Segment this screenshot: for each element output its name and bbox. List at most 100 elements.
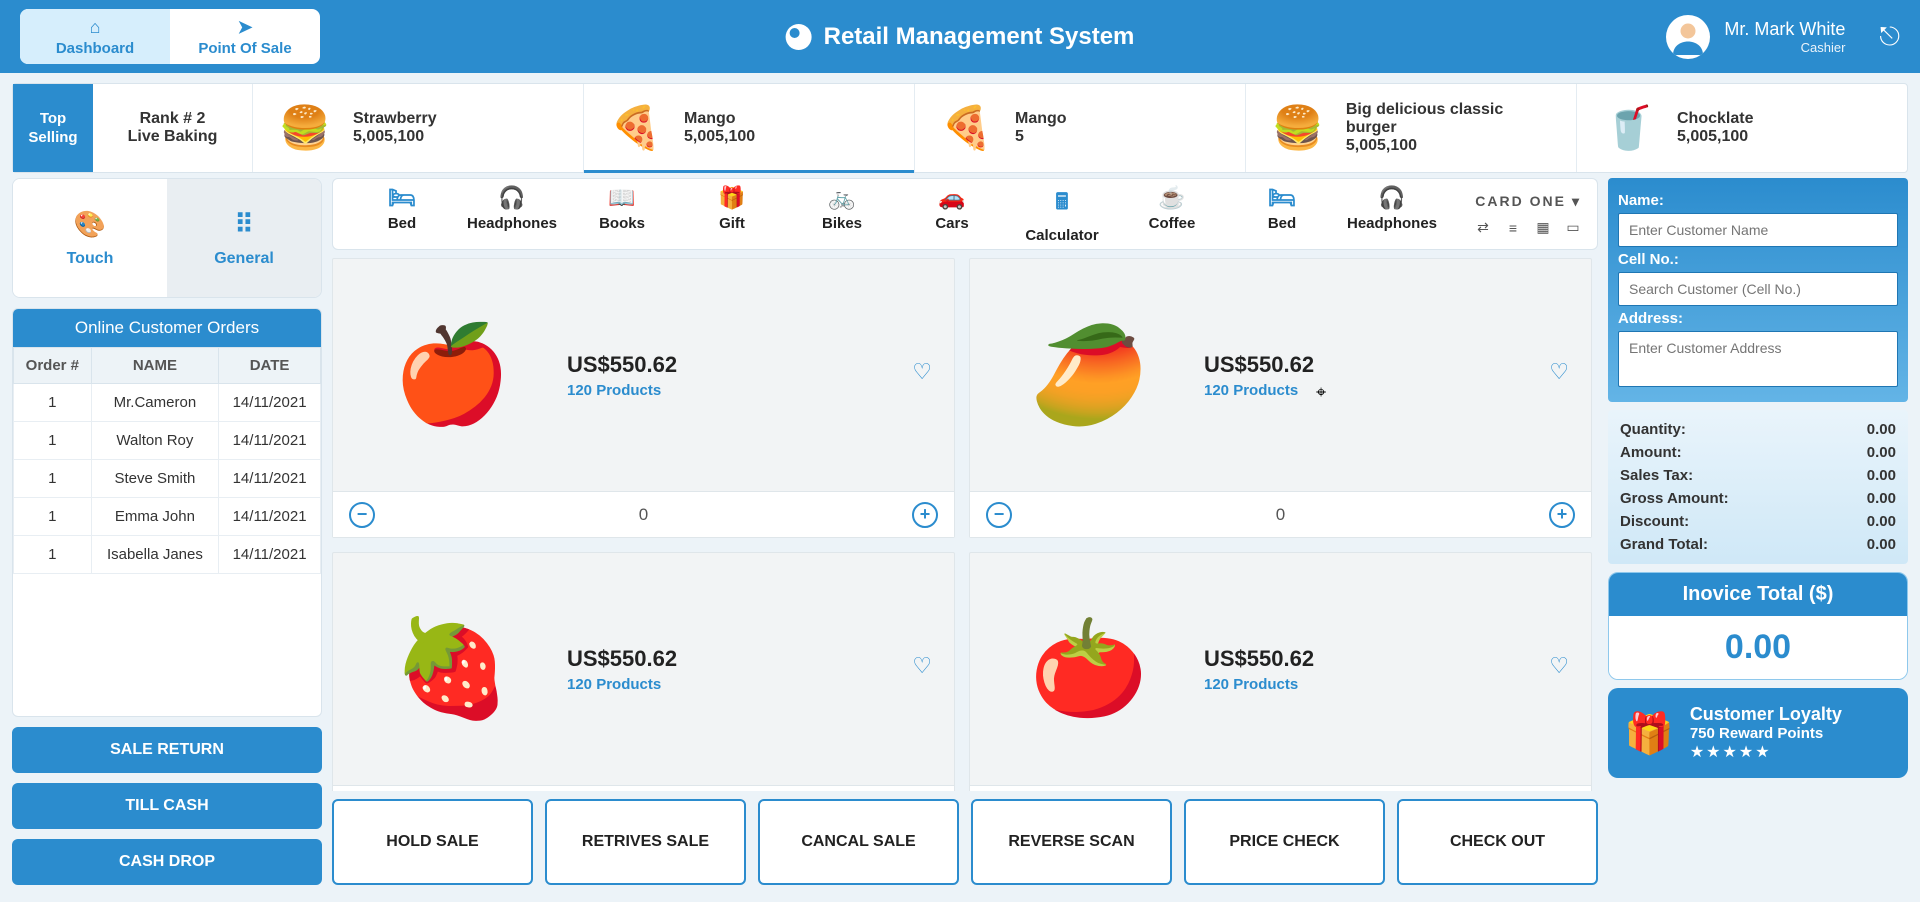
- qty-plus-button[interactable]: +: [1549, 502, 1575, 528]
- category-icon: 🎧: [1378, 185, 1405, 211]
- sale-return-button[interactable]: SALE RETURN: [12, 727, 322, 773]
- nav-tab-dashboard[interactable]: ⌂ Dashboard: [20, 9, 170, 64]
- ts-value: 5,005,100: [1346, 137, 1558, 155]
- card-select-label: CARD ONE: [1475, 193, 1566, 209]
- top-selling-bar: TopSelling Rank # 2 Live Baking 🍔 Strawb…: [12, 83, 1908, 173]
- retrieve-sale-button[interactable]: RETRIVES SALE: [545, 799, 746, 885]
- orders-title: Online Customer Orders: [13, 309, 321, 347]
- category-item[interactable]: 🖩 Calculator: [1007, 185, 1117, 244]
- card-dropdown[interactable]: CARD ONE ▾: [1475, 193, 1581, 210]
- category-item[interactable]: 🎧 Headphones: [1337, 185, 1447, 244]
- loyalty-points: 750 Reward Points: [1690, 725, 1842, 742]
- cancel-sale-button[interactable]: CANCAL SALE: [758, 799, 959, 885]
- category-label: Headphones: [1347, 215, 1437, 232]
- top-selling-rank: Rank # 2 Live Baking: [93, 84, 253, 172]
- product-card: 🍅 US$550.62 120 Products ♡ − 0 +: [969, 552, 1592, 791]
- col-order: Order #: [14, 348, 92, 384]
- customer-address-input[interactable]: [1618, 331, 1898, 387]
- category-label: Cars: [935, 215, 968, 232]
- nav-tab-pos[interactable]: ➤ Point Of Sale: [170, 9, 320, 64]
- table-row[interactable]: 1Isabella Janes14/11/2021: [14, 536, 321, 574]
- product-thumb-icon: 🍔: [271, 94, 339, 162]
- product-grid: 🍎 US$550.62 120 Products ♡ − 0 + 🥭 US$55…: [332, 258, 1598, 791]
- category-item[interactable]: 🛏 Bed: [1227, 185, 1337, 244]
- category-icon: 🎧: [498, 185, 525, 211]
- ts-name: Chocklate: [1677, 110, 1753, 128]
- checkout-button[interactable]: CHECK OUT: [1397, 799, 1598, 885]
- grid-view-icon[interactable]: ▦: [1533, 220, 1553, 236]
- reverse-scan-button[interactable]: REVERSE SCAN: [971, 799, 1172, 885]
- top-selling-item[interactable]: 🍔 Strawberry 5,005,100: [253, 84, 584, 172]
- category-icon: ☕: [1158, 185, 1185, 211]
- rect-view-icon[interactable]: ▭: [1563, 220, 1583, 236]
- category-item[interactable]: 🚗 Cars: [897, 185, 1007, 244]
- hold-sale-button[interactable]: HOLD SALE: [332, 799, 533, 885]
- customer-name-input[interactable]: [1618, 213, 1898, 247]
- table-row[interactable]: 1Emma John14/11/2021: [14, 498, 321, 536]
- top-selling-label: TopSelling: [13, 84, 93, 172]
- user-role: Cashier: [1724, 40, 1845, 55]
- category-item[interactable]: ☕ Coffee: [1117, 185, 1227, 244]
- table-row[interactable]: 1Walton Roy14/11/2021: [14, 422, 321, 460]
- product-image-icon: 🥭: [994, 295, 1184, 455]
- gift-icon: 🎁: [1624, 710, 1674, 757]
- invoice-total-box: Inovice Total ($) 0.00: [1608, 572, 1908, 680]
- app-logo-icon: [786, 24, 812, 50]
- category-item[interactable]: 🔖 Boo: [1447, 185, 1465, 244]
- col-date: DATE: [219, 348, 321, 384]
- ts-name: Mango: [1015, 110, 1067, 128]
- qty-minus-button[interactable]: −: [986, 502, 1012, 528]
- table-row[interactable]: 1Steve Smith14/11/2021: [14, 460, 321, 498]
- table-row[interactable]: 1Mr.Cameron14/11/2021: [14, 384, 321, 422]
- product-sub: 120 Products: [567, 676, 930, 693]
- category-item[interactable]: 🛏 Bed: [347, 185, 457, 244]
- top-selling-item[interactable]: 🍕 Mango 5: [915, 84, 1246, 172]
- cash-drop-button[interactable]: CASH DROP: [12, 839, 322, 885]
- avatar[interactable]: [1666, 15, 1710, 59]
- product-thumb-icon: 🍕: [933, 94, 1001, 162]
- mode-tab-general[interactable]: ⠿ General: [167, 179, 321, 297]
- qty-plus-button[interactable]: +: [912, 502, 938, 528]
- customer-cell-input[interactable]: [1618, 272, 1898, 306]
- mode-tabs: 🎨 Touch ⠿ General: [12, 178, 322, 298]
- category-icon: 🎁: [718, 185, 745, 211]
- avatar-icon: [1670, 19, 1706, 55]
- invoice-head: Inovice Total ($): [1609, 573, 1907, 616]
- heart-icon[interactable]: ♡: [1549, 359, 1569, 385]
- loyalty-title: Customer Loyalty: [1690, 704, 1842, 725]
- category-icon: 🚗: [938, 185, 965, 211]
- category-icon: 🛏: [388, 185, 416, 211]
- category-item[interactable]: 📖 Books: [567, 185, 677, 244]
- product-price: US$550.62: [1204, 352, 1567, 378]
- product-sub: 120 Products: [567, 382, 930, 399]
- category-item[interactable]: 🎧 Headphones: [457, 185, 567, 244]
- nav-tabs: ⌂ Dashboard ➤ Point Of Sale: [20, 9, 320, 64]
- qty-minus-button[interactable]: −: [349, 502, 375, 528]
- category-bar: 🛏 Bed🎧 Headphones📖 Books🎁 Gift🚲 Bikes🚗 C…: [332, 178, 1598, 250]
- heart-icon[interactable]: ♡: [1549, 653, 1569, 679]
- till-cash-button[interactable]: TILL CASH: [12, 783, 322, 829]
- ts-name: Strawberry: [353, 110, 437, 128]
- label-cell: Cell No.:: [1618, 251, 1898, 268]
- heart-icon[interactable]: ♡: [912, 359, 932, 385]
- nav-tab-label: Dashboard: [56, 40, 134, 57]
- heart-icon[interactable]: ♡: [912, 653, 932, 679]
- top-selling-item[interactable]: 🍕 Mango 5,005,100: [584, 84, 915, 172]
- loyalty-card: 🎁 Customer Loyalty 750 Reward Points ★★★…: [1608, 688, 1908, 778]
- top-selling-item[interactable]: 🥤 Chocklate 5,005,100: [1577, 84, 1907, 172]
- category-item[interactable]: 🎁 Gift: [677, 185, 787, 244]
- customer-form: Name: Cell No.: Address:: [1608, 178, 1908, 402]
- mode-tab-touch[interactable]: 🎨 Touch: [13, 179, 167, 297]
- send-icon: ➤: [237, 17, 252, 38]
- shuffle-icon[interactable]: ⇄: [1473, 220, 1493, 236]
- category-item[interactable]: 🚲 Bikes: [787, 185, 897, 244]
- sliders-icon[interactable]: ≡: [1503, 220, 1523, 236]
- category-icon: 📖: [608, 185, 635, 211]
- category-label: Books: [599, 215, 645, 232]
- price-check-button[interactable]: PRICE CHECK: [1184, 799, 1385, 885]
- orders-table: Order # NAME DATE 1Mr.Cameron14/11/20211…: [13, 347, 321, 574]
- top-selling-item[interactable]: 🍔 Big delicious classic burger 5,005,100: [1246, 84, 1577, 172]
- label-name: Name:: [1618, 192, 1898, 209]
- product-image-icon: 🍎: [357, 295, 547, 455]
- logout-icon[interactable]: ⎋: [1879, 21, 1900, 53]
